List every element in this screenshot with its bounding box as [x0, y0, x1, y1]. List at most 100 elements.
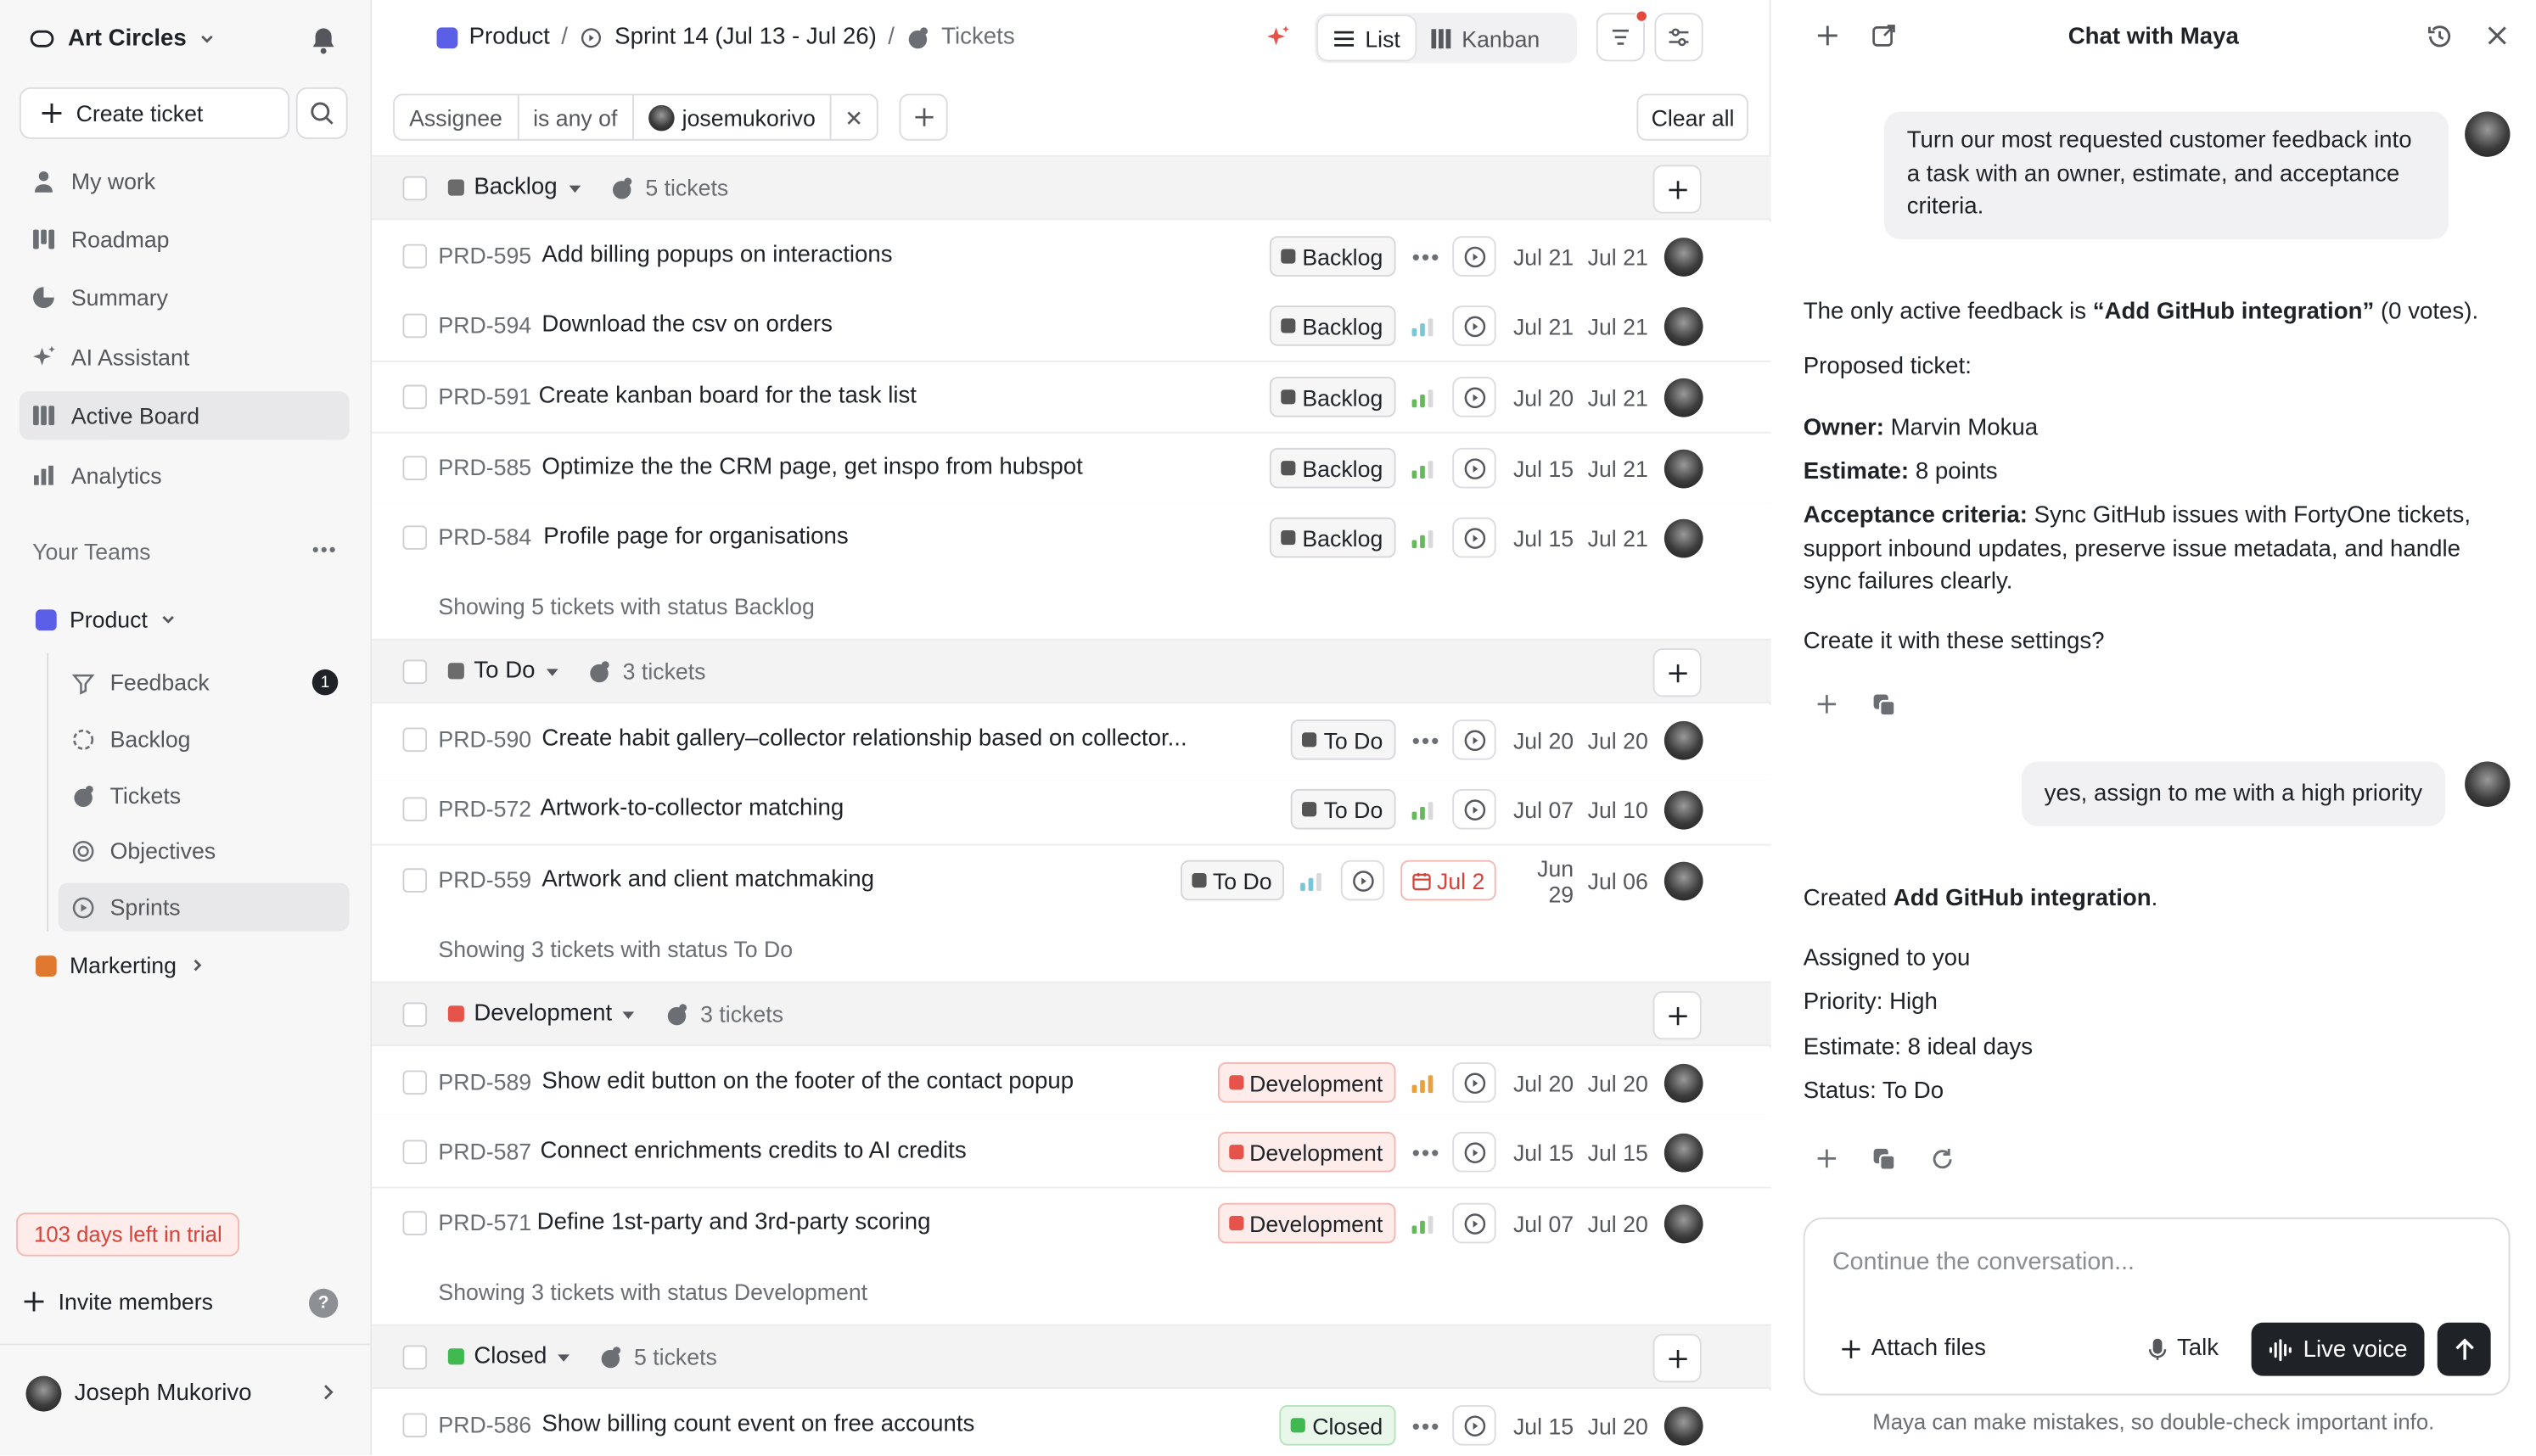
nav-summary[interactable]: Summary [20, 273, 350, 322]
sprint-button[interactable] [1452, 719, 1496, 760]
history-icon[interactable] [2426, 23, 2453, 50]
sort-button[interactable] [1596, 9, 1648, 62]
filter-value[interactable]: josemukorivo [633, 95, 832, 139]
plus-icon[interactable] [1815, 1146, 1839, 1171]
assignee-avatar[interactable] [1664, 306, 1703, 345]
ticket-title[interactable]: Add billing popups on interactions [541, 243, 892, 268]
group-status-dropdown[interactable]: To Do [447, 658, 559, 684]
ticket-title[interactable]: Download the csv on orders [541, 312, 833, 338]
refresh-icon[interactable] [1929, 1146, 1955, 1172]
table-row[interactable]: PRD-589 Show edit button on the footer of… [372, 1047, 1771, 1119]
sprint-button[interactable] [1452, 305, 1496, 346]
priority-icon[interactable] [1411, 1072, 1437, 1093]
display-settings-button[interactable] [1654, 13, 1703, 62]
clear-all-button[interactable]: Clear all [1636, 93, 1749, 141]
priority-none-icon[interactable]: ••• [1412, 727, 1439, 753]
priority-none-icon[interactable]: ••• [1412, 1139, 1439, 1164]
assignee-avatar[interactable] [1664, 720, 1703, 759]
chat-input-box[interactable]: Continue the conversation... Attach file… [1803, 1217, 2511, 1396]
priority-icon[interactable] [1300, 871, 1326, 891]
ticket-title[interactable]: Artwork-to-collector matching [540, 796, 844, 821]
status-badge[interactable]: To Do [1291, 719, 1396, 760]
group-status-dropdown[interactable]: Development [447, 1001, 637, 1027]
sprint-button[interactable] [1452, 1131, 1496, 1173]
group-status-dropdown[interactable]: Closed [447, 1344, 571, 1369]
sprint-button[interactable] [1452, 1061, 1496, 1103]
priority-icon[interactable] [1411, 528, 1437, 548]
tab-kanban[interactable]: Kanban [1415, 16, 1554, 59]
priority-none-icon[interactable]: ••• [1412, 1413, 1439, 1438]
group-checkbox[interactable] [402, 1002, 428, 1028]
user-menu[interactable]: Joseph Mukorivo [25, 1375, 252, 1412]
breadcrumb-item[interactable]: Tickets [941, 25, 1014, 50]
nav-my-work[interactable]: My work [20, 157, 350, 205]
assignee-avatar[interactable] [1664, 1405, 1703, 1445]
sidebar-item-backlog[interactable]: Backlog [59, 714, 350, 763]
filter-field[interactable]: Assignee [395, 95, 519, 139]
sidebar-item-feedback[interactable]: Feedback 1 [59, 658, 350, 707]
ticket-title[interactable]: Profile page for organisations [543, 524, 848, 549]
ticket-title[interactable]: Connect enrichments credits to AI credit… [540, 1139, 966, 1164]
sprint-button[interactable] [1341, 860, 1385, 901]
row-checkbox[interactable] [402, 1140, 428, 1165]
status-badge[interactable]: Backlog [1270, 305, 1396, 346]
status-badge[interactable]: Development [1216, 1202, 1396, 1244]
help-icon[interactable]: ? [308, 1288, 339, 1319]
row-checkbox[interactable] [402, 1211, 428, 1235]
row-checkbox[interactable] [402, 384, 428, 410]
group-status-dropdown[interactable]: Backlog [447, 175, 581, 200]
assignee-avatar[interactable] [1664, 1132, 1703, 1172]
nav-active-board[interactable]: Active Board [19, 391, 350, 440]
send-button[interactable] [2437, 1322, 2491, 1376]
row-checkbox[interactable] [402, 727, 428, 753]
tab-list[interactable]: List [1318, 16, 1416, 60]
add-ticket-button[interactable] [1652, 1334, 1702, 1383]
row-checkbox[interactable] [402, 456, 428, 480]
breadcrumb-item[interactable]: Sprint 14 (Jul 13 - Jul 26) [614, 25, 877, 50]
assignee-avatar[interactable] [1664, 237, 1703, 276]
sprint-button[interactable] [1452, 517, 1496, 558]
status-badge[interactable]: To Do [1291, 788, 1396, 830]
status-badge[interactable]: To Do [1180, 860, 1285, 901]
talk-button[interactable]: Talk [2148, 1336, 2219, 1362]
priority-icon[interactable] [1411, 1213, 1437, 1234]
priority-icon[interactable] [1411, 799, 1437, 820]
priority-icon[interactable] [1411, 316, 1437, 336]
team-marketing[interactable]: Markerting [35, 952, 205, 978]
group-checkbox[interactable] [402, 176, 428, 201]
status-badge[interactable]: Backlog [1270, 236, 1396, 277]
nav-ai-assistant[interactable]: AI Assistant [20, 333, 350, 382]
table-row[interactable]: PRD-590 Create habit gallery–collector re… [372, 704, 1771, 776]
assignee-avatar[interactable] [1664, 789, 1703, 829]
row-checkbox[interactable] [402, 525, 428, 550]
add-filter-button[interactable] [899, 93, 948, 141]
due-date-badge[interactable]: Jul 2 [1401, 860, 1496, 901]
row-checkbox[interactable] [402, 797, 428, 822]
status-badge[interactable]: Closed [1280, 1404, 1396, 1446]
add-ticket-button[interactable] [1652, 165, 1702, 214]
workspace-switcher[interactable]: Art Circles [29, 25, 216, 52]
nav-analytics[interactable]: Analytics [20, 451, 350, 500]
live-voice-button[interactable]: Live voice [2251, 1322, 2426, 1376]
assignee-avatar[interactable] [1664, 377, 1703, 417]
table-row[interactable]: PRD-572 Artwork-to-collector matching To D… [372, 774, 1771, 846]
status-badge[interactable]: Development [1216, 1131, 1396, 1173]
close-icon[interactable] [2484, 23, 2510, 48]
invite-members-button[interactable]: Invite members [23, 1289, 213, 1314]
sidebar-item-objectives[interactable]: Objectives [59, 826, 350, 875]
chat-input[interactable]: Continue the conversation... [1832, 1248, 2135, 1275]
row-checkbox[interactable] [402, 244, 428, 269]
table-row[interactable]: PRD-595 Add billing popups on interaction… [372, 221, 1771, 293]
assignee-avatar[interactable] [1664, 1203, 1703, 1243]
priority-none-icon[interactable]: ••• [1412, 244, 1439, 269]
ticket-title[interactable]: Create kanban board for the task list [539, 384, 917, 409]
status-badge[interactable]: Backlog [1270, 377, 1396, 417]
add-ticket-button[interactable] [1652, 648, 1702, 697]
ticket-title[interactable]: Show billing count event on free account… [541, 1412, 974, 1437]
team-product[interactable]: Product [35, 607, 177, 632]
group-checkbox[interactable] [402, 1345, 428, 1370]
priority-icon[interactable] [1411, 458, 1437, 479]
status-badge[interactable]: Development [1216, 1061, 1396, 1103]
row-checkbox[interactable] [402, 868, 428, 893]
table-row[interactable]: PRD-571 Define 1st-party and 3rd-party sc… [372, 1188, 1771, 1260]
